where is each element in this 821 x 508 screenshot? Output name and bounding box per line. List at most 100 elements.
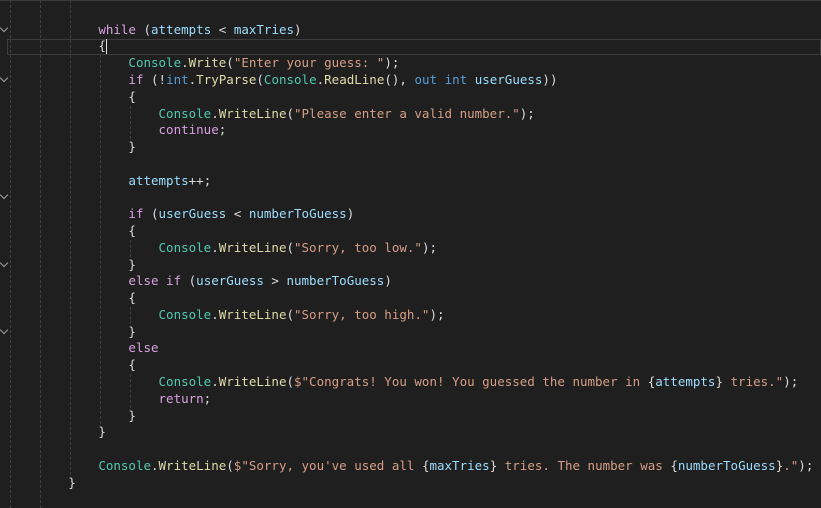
code-token-var: userGuess xyxy=(158,206,227,222)
code-line[interactable]: if (userGuess < numberToGuess) xyxy=(8,206,354,223)
code-token-var: maxTries xyxy=(233,21,295,37)
code-line[interactable]: { xyxy=(8,89,136,106)
code-token-p: ) xyxy=(346,206,355,222)
code-line[interactable]: } xyxy=(8,424,106,441)
code-line[interactable]: Console.WriteLine("Sorry, too high."); xyxy=(8,307,445,324)
editor-top-border xyxy=(0,0,821,1)
code-token-kw: while xyxy=(98,21,136,37)
code-line[interactable]: { xyxy=(8,290,136,307)
code-line[interactable]: } xyxy=(8,324,136,341)
code-token-p: } xyxy=(128,407,136,423)
code-line[interactable]: Console.WriteLine($"Congrats! You won! Y… xyxy=(8,373,799,391)
code-token-p: ; xyxy=(203,390,212,406)
code-line[interactable]: Console.WriteLine($"Sorry, you've used a… xyxy=(8,458,813,475)
code-token-p: } xyxy=(68,474,76,490)
code-token-p: < xyxy=(226,206,249,222)
code-token-p: ( xyxy=(135,21,152,37)
code-token-str: $"Sorry, you've used all xyxy=(233,457,422,473)
code-line[interactable]: attempts++; xyxy=(8,173,211,190)
code-token-var: userGuess xyxy=(196,273,264,289)
code-token-p: { xyxy=(128,357,136,373)
code-token-fn: WriteLine xyxy=(218,306,287,322)
code-token-p: ); xyxy=(421,239,437,255)
code-token-p: ); xyxy=(384,55,400,71)
code-token-p: )) xyxy=(542,71,558,87)
code-token-var: userGuess xyxy=(474,71,543,87)
code-token-cls: Console xyxy=(263,71,317,87)
code-editor[interactable]: while (attempts < maxTries) { Console.Wr… xyxy=(0,0,821,508)
code-token-p: { xyxy=(670,457,678,473)
code-token-p: { xyxy=(128,222,136,238)
code-token-str: tries. The number was xyxy=(497,457,671,473)
code-token-p: } xyxy=(98,424,106,440)
fold-chevron-icon[interactable] xyxy=(0,325,9,334)
code-line[interactable]: else if (userGuess > numberToGuess) xyxy=(8,273,391,290)
code-token-p: . xyxy=(211,239,219,255)
code-token-kw: else xyxy=(128,340,159,356)
code-line[interactable]: } xyxy=(8,475,76,492)
code-token-fn: WriteLine xyxy=(218,373,287,389)
code-token-cls: Console xyxy=(128,55,182,71)
code-token-kb: int xyxy=(444,71,468,87)
code-token-p: (! xyxy=(143,71,167,87)
code-line[interactable]: { xyxy=(8,223,136,240)
code-token-p: . xyxy=(316,71,325,87)
fold-chevron-icon[interactable] xyxy=(0,191,9,200)
code-line[interactable]: } xyxy=(8,408,136,425)
code-token-var: maxTries xyxy=(429,457,490,473)
code-token-fn: Write xyxy=(188,55,227,71)
code-token-kw: else if xyxy=(128,273,182,289)
code-token-var: numberToGuess xyxy=(248,206,347,222)
code-token-p: ( xyxy=(256,71,264,87)
code-token-p: . xyxy=(181,55,189,71)
code-token-kb: out xyxy=(414,71,438,87)
code-token-p: } xyxy=(715,373,723,389)
code-line[interactable]: Console.Write("Enter your guess: "); xyxy=(8,55,399,72)
code-token-str: "Sorry, too high." xyxy=(294,306,430,322)
code-token-str: "Enter your guess: " xyxy=(233,55,385,71)
fold-chevron-icon[interactable] xyxy=(0,23,9,32)
fold-chevron-icon[interactable] xyxy=(0,73,9,83)
code-line[interactable]: { xyxy=(8,357,136,374)
code-token-str: $"Congrats! You won! You guessed the num… xyxy=(294,373,648,389)
code-line[interactable]: Console.WriteLine("Please enter a valid … xyxy=(8,106,535,123)
code-token-p: ); xyxy=(798,457,814,473)
code-token-var: numberToGuess xyxy=(286,273,385,289)
code-line[interactable]: } xyxy=(8,139,136,156)
code-token-str: "Please enter a valid number." xyxy=(294,105,520,121)
code-line[interactable]: if (!int.TryParse(Console.ReadLine(), ou… xyxy=(8,72,557,89)
fold-chevron-icon[interactable] xyxy=(0,258,9,267)
code-token-p: ; xyxy=(218,122,227,138)
code-token-p: . xyxy=(211,306,219,322)
code-token-var: numberToGuess xyxy=(677,457,776,473)
code-token-kw: if xyxy=(128,71,144,87)
code-token-p: ( xyxy=(286,105,294,121)
code-token-p: > xyxy=(263,273,287,289)
code-token-str: tries." xyxy=(723,373,784,389)
code-line[interactable]: while (attempts < maxTries) xyxy=(8,21,302,39)
code-token-fn: TryParse xyxy=(196,71,257,87)
code-line[interactable]: return; xyxy=(8,390,212,408)
code-token-p: . xyxy=(151,457,159,473)
code-token-p: ); xyxy=(519,105,535,121)
code-token-p: < xyxy=(211,21,234,37)
code-line[interactable]: continue; xyxy=(8,122,227,139)
code-token-cls: Console xyxy=(158,239,212,255)
code-line[interactable]: else xyxy=(8,340,159,357)
code-token-var: attempts xyxy=(128,172,189,188)
code-token-kb: int xyxy=(166,71,189,87)
code-token-p xyxy=(437,72,445,87)
code-line[interactable]: { xyxy=(8,38,106,55)
current-line-highlight xyxy=(7,38,821,55)
code-token-cls: Console xyxy=(158,373,212,389)
code-token-p: { xyxy=(128,290,136,306)
code-line[interactable]: Console.WriteLine("Sorry, too low."); xyxy=(8,240,437,257)
code-token-p: ) xyxy=(294,21,302,37)
code-token-var: attempts xyxy=(655,373,716,389)
code-token-p: . xyxy=(211,373,219,389)
code-token-fn: WriteLine xyxy=(218,105,287,121)
code-token-p: ++; xyxy=(188,172,212,188)
code-token-p: ( xyxy=(181,273,197,289)
code-line[interactable]: } xyxy=(8,257,136,274)
code-token-kw: continue xyxy=(158,122,219,138)
